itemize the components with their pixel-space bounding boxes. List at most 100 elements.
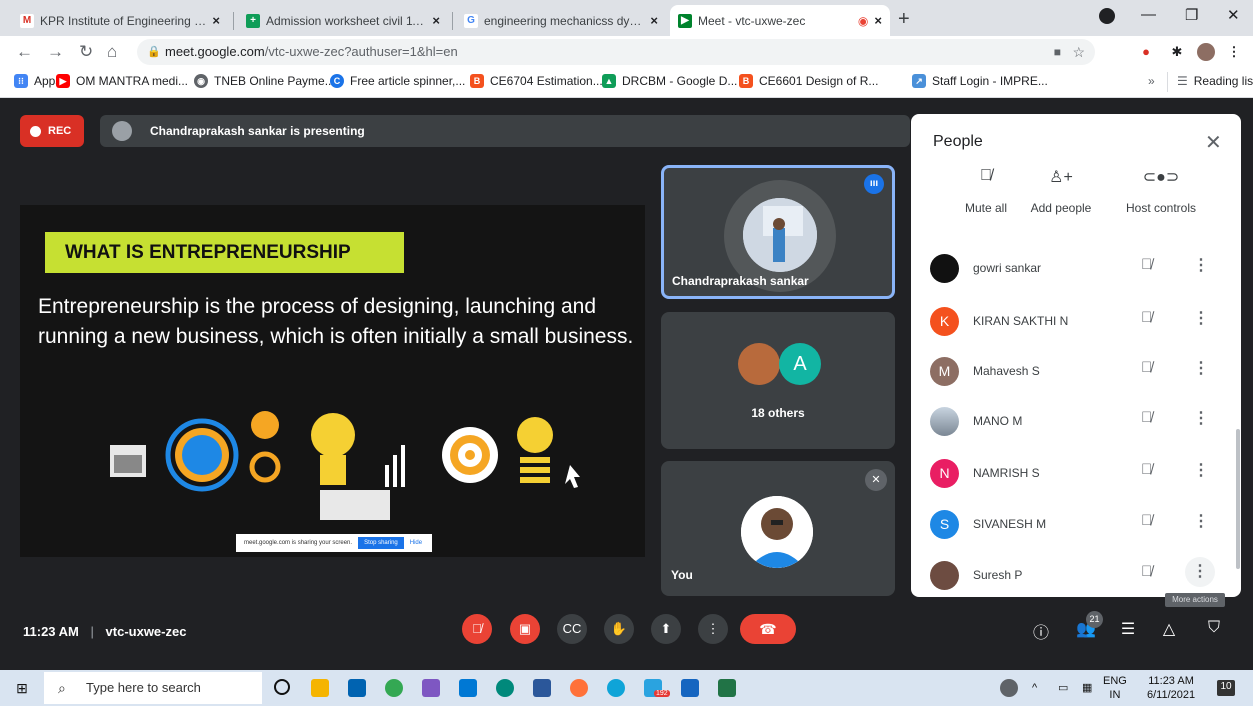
store-icon[interactable] xyxy=(348,679,366,697)
participant-row[interactable]: K KIRAN SAKTHI N 🎙̸ ⋮ xyxy=(911,296,1241,346)
photos-icon[interactable] xyxy=(681,679,699,697)
bookmark-apps[interactable]: ⁝⁝ Apps xyxy=(14,74,61,88)
camera-toggle-button[interactable]: ▣ xyxy=(510,614,540,644)
avatar[interactable] xyxy=(1197,43,1215,61)
chrome-icon[interactable] xyxy=(385,679,403,697)
leave-call-button[interactable]: ☎ xyxy=(740,614,796,644)
captions-button[interactable]: CC xyxy=(557,614,587,644)
close-icon[interactable]: ✕ xyxy=(1205,130,1222,155)
close-icon[interactable]: × xyxy=(212,13,220,28)
windows-start-icon[interactable]: ⊞ xyxy=(0,670,44,706)
participant-row[interactable]: MANO M 🎙̸ ⋮ xyxy=(911,396,1241,446)
extension-icon[interactable]: ● xyxy=(1138,44,1154,60)
new-tab-button[interactable]: + xyxy=(898,9,910,29)
presenter-tile[interactable]: Chandraprakash sankar ııı xyxy=(661,165,895,299)
weather-icon[interactable] xyxy=(1000,679,1018,697)
tray-chevron-icon[interactable]: ^ xyxy=(1032,681,1037,695)
reload-icon[interactable]: ↻ xyxy=(79,42,93,62)
more-icon[interactable]: ⋮ xyxy=(1226,44,1242,60)
url-field[interactable]: 🔒 meet.google.com/vtc-uxwe-zec?authuser=… xyxy=(137,39,1095,65)
chat-icon[interactable]: ☰ xyxy=(1116,619,1140,639)
language-indicator[interactable]: ENG IN xyxy=(1103,674,1127,702)
more-actions-icon[interactable]: ⋮ xyxy=(1185,557,1215,587)
participant-row[interactable]: S SIVANESH M 🎙̸ ⋮ xyxy=(911,499,1241,549)
bookmark-om-mantra[interactable]: ▶ OM MANTRA medi... xyxy=(56,74,188,88)
language-code: ENG xyxy=(1103,675,1127,687)
host-controls-button[interactable]: ⊂●⊃ Host controls xyxy=(1116,159,1206,215)
bookmark-tneb[interactable]: ◉ TNEB Online Payme... xyxy=(194,74,335,88)
camera-icon[interactable]: ■ xyxy=(1054,39,1061,65)
app-icon[interactable] xyxy=(422,679,440,697)
others-tile[interactable]: A 18 others xyxy=(661,312,895,449)
presenting-banner: Chandraprakash sankar is presenting xyxy=(100,115,910,147)
raise-hand-button[interactable]: ✋ xyxy=(604,614,634,644)
excel-icon[interactable] xyxy=(718,679,736,697)
minimize-icon[interactable]: — xyxy=(1141,6,1156,23)
task-view-icon[interactable] xyxy=(274,679,290,695)
firefox-icon[interactable] xyxy=(570,679,588,697)
tooltip: More actions xyxy=(1165,593,1225,607)
more-options-button[interactable]: ⋮ xyxy=(698,614,728,644)
record-dot-icon xyxy=(30,125,41,137)
back-icon[interactable]: ← xyxy=(16,42,33,62)
activities-icon[interactable]: △ xyxy=(1157,619,1181,639)
network-icon[interactable]: ▦ xyxy=(1082,681,1092,695)
tab-admission[interactable]: + Admission worksheet civil 11.06.2 × xyxy=(238,5,448,36)
more-actions-icon[interactable]: ⋮ xyxy=(1193,358,1209,378)
bookmarks-more-button[interactable]: » xyxy=(1148,74,1155,88)
taskbar-search[interactable]: ⌕ Type here to search xyxy=(44,672,262,704)
forward-icon[interactable]: → xyxy=(47,42,64,62)
more-actions-icon[interactable]: ⋮ xyxy=(1193,511,1209,531)
host-controls-icon[interactable]: ⛉ xyxy=(1202,619,1226,637)
stop-sharing-button[interactable]: Stop sharing xyxy=(358,537,404,549)
meeting-controls: 11:23 AM | vtc-uxwe-zec 🎙̸ ▣ CC ✋ ⬆ ⋮ ☎ … xyxy=(0,611,1253,656)
more-actions-icon[interactable]: ⋮ xyxy=(1193,308,1209,328)
more-actions-icon[interactable]: ⋮ xyxy=(1193,408,1209,428)
more-actions-icon[interactable]: ⋮ xyxy=(1193,255,1209,275)
scrollbar[interactable] xyxy=(1236,429,1240,569)
telegram-badge: 192 xyxy=(654,690,670,697)
gmail-icon: M xyxy=(20,13,34,28)
close-icon[interactable]: × xyxy=(874,13,882,28)
hide-button[interactable]: Hide xyxy=(410,540,422,546)
spinner-icon: C xyxy=(330,74,344,88)
notifications-icon[interactable]: 10 xyxy=(1217,680,1235,696)
close-icon[interactable]: × xyxy=(650,13,658,28)
home-icon[interactable]: ⌂ xyxy=(107,42,117,62)
bookmark-article-spinner[interactable]: C Free article spinner,... xyxy=(330,74,465,88)
add-person-icon: ♙+ xyxy=(1049,169,1073,186)
star-icon[interactable]: ☆ xyxy=(1072,39,1085,65)
reading-list-button[interactable]: ☰ Reading list xyxy=(1177,74,1253,88)
add-people-button[interactable]: ♙+ Add people xyxy=(1016,159,1106,215)
camera-off-icon: ▣ xyxy=(518,621,532,636)
system-clock[interactable]: 11:23 AM 6/11/2021 xyxy=(1147,674,1195,702)
edge-icon[interactable] xyxy=(607,679,625,697)
present-button[interactable]: ⬆ xyxy=(651,614,681,644)
recording-indicator[interactable]: REC xyxy=(20,115,84,147)
self-tile[interactable]: You ✕ xyxy=(661,461,895,596)
more-actions-icon[interactable]: ⋮ xyxy=(1193,460,1209,480)
mic-toggle-button[interactable]: 🎙̸ xyxy=(462,614,492,644)
participant-row[interactable]: Suresh P 🎙̸ ⋮ xyxy=(911,550,1241,597)
mail-icon[interactable] xyxy=(459,679,477,697)
window-close-icon[interactable]: ✕ xyxy=(1227,6,1240,24)
tab-kpr[interactable]: M KPR Institute of Engineering and × xyxy=(12,5,228,36)
hangouts-icon[interactable] xyxy=(496,679,514,697)
tab-meet[interactable]: ▶ Meet - vtc-uxwe-zec ◉ × xyxy=(670,5,890,36)
info-icon[interactable]: ⓘ xyxy=(1029,619,1053,643)
close-icon[interactable]: × xyxy=(432,13,440,28)
file-explorer-icon[interactable] xyxy=(311,679,329,697)
participant-row[interactable]: N NAMRISH S 🎙̸ ⋮ xyxy=(911,448,1241,498)
bookmark-drcbm[interactable]: ▲ DRCBM - Google D... xyxy=(602,74,737,88)
bookmark-staff-login[interactable]: ↗ Staff Login - IMPRE... xyxy=(912,74,1048,88)
puzzle-icon[interactable]: ✱ xyxy=(1169,44,1185,60)
participant-row[interactable]: gowri sankar 🎙̸ ⋮ xyxy=(911,243,1241,293)
word-icon[interactable] xyxy=(533,679,551,697)
tab-engineering[interactable]: G engineering mechanicss dynamic × xyxy=(456,5,666,36)
profile-icon[interactable] xyxy=(1099,8,1115,24)
bookmark-ce6601[interactable]: B CE6601 Design of R... xyxy=(739,74,878,88)
restore-icon[interactable]: ❐ xyxy=(1185,6,1198,24)
bookmark-ce6704[interactable]: B CE6704 Estimation... xyxy=(470,74,603,88)
mic-off-icon: 🎙̸ xyxy=(1141,256,1153,273)
participant-row[interactable]: M Mahavesh S 🎙̸ ⋮ xyxy=(911,346,1241,396)
